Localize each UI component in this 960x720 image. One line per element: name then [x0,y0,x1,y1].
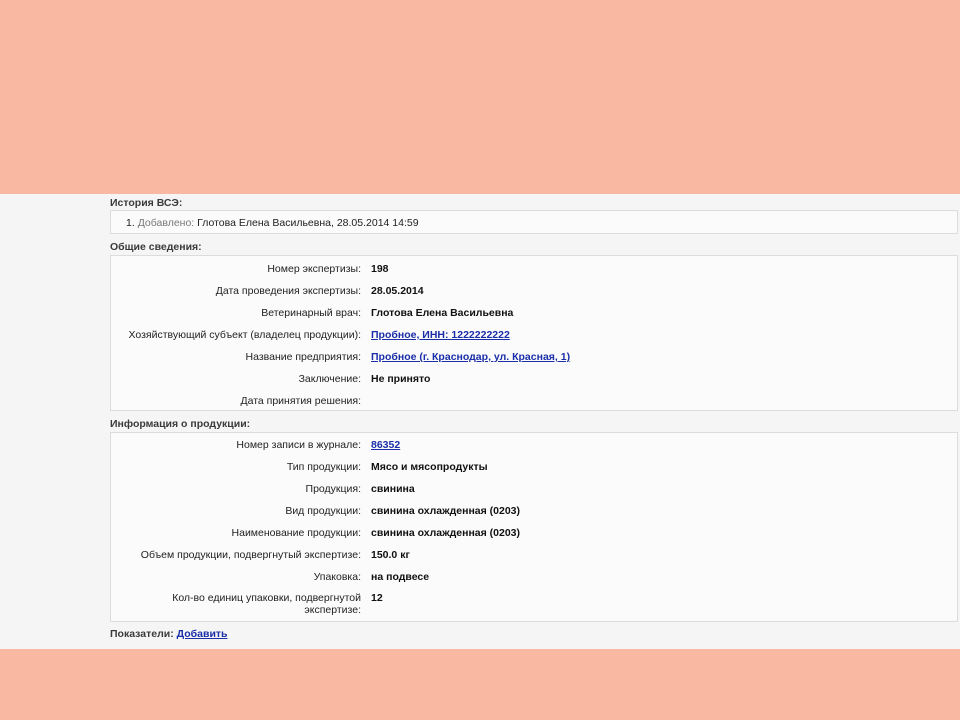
add-indicator-link[interactable]: Добавить [177,628,228,640]
row-label: Кол-во единиц упаковки, подвергнутой экс… [111,592,361,616]
row-label-line2: экспертизе: [304,604,361,616]
app-screen: История ВСЭ: 1. Добавлено: Глотова Елена… [0,194,960,649]
row-label: Вид продукции: [285,505,361,517]
history-item-action: Добавлено: [137,217,195,229]
business-entity-link[interactable]: Пробное, ИНН: 1222222222 [371,329,510,341]
row-value: 12 [371,592,383,604]
row-label: Упаковка: [313,571,361,583]
product-section-title: Информация о продукции: [110,418,251,430]
history-box: 1. Добавлено: Глотова Елена Васильевна, … [110,210,958,234]
row-value: 28.05.2014 [371,285,424,297]
row-value: свинина охлажденная (0203) [371,527,521,539]
row-value: Не принято [371,373,431,385]
row-value: 198 [371,263,389,275]
row-value: свинина [371,483,415,495]
indicators-label: Показатели: [110,628,174,640]
row-label: Дата проведения экспертизы: [215,285,361,297]
general-section-title: Общие сведения: [110,241,202,253]
general-box: Номер экспертизы: 198 Дата проведения эк… [110,255,958,411]
journal-record-link[interactable]: 86352 [371,439,400,451]
indicators-line: Показатели: Добавить [110,628,228,640]
product-box: Номер записи в журнале: 86352 Тип продук… [110,432,958,622]
row-value: на подвесе [371,571,430,583]
row-label-line1: Кол-во единиц упаковки, подвергнутой [172,592,361,604]
history-item-index: 1. [126,217,135,229]
history-item: 1. Добавлено: Глотова Елена Васильевна, … [126,217,419,229]
row-value: 150.0 кг [371,549,410,561]
row-label: Дата принятия решения: [240,395,361,407]
row-label: Номер экспертизы: [267,263,361,275]
row-label: Тип продукции: [286,461,361,473]
row-label: Ветеринарный врач: [261,307,361,319]
row-label: Хозяйствующий субъект (владелец продукци… [128,329,362,341]
enterprise-link[interactable]: Пробное (г. Краснодар, ул. Красная, 1) [371,351,570,363]
history-item-text: Глотова Елена Васильевна, 28.05.2014 14:… [197,217,419,229]
row-label: Название предприятия: [245,351,361,363]
row-value: Мясо и мясопродукты [371,461,488,473]
row-value: Глотова Елена Васильевна [371,307,514,319]
row-label: Продукция: [305,483,361,495]
row-label: Объем продукции, подвергнутый экспертизе… [140,549,361,561]
row-value: свинина охлажденная (0203) [371,505,521,517]
history-section-title: История ВСЭ: [110,197,183,209]
row-label: Заключение: [298,373,361,385]
row-label: Наименование продукции: [231,527,361,539]
row-label: Номер записи в журнале: [236,439,361,451]
